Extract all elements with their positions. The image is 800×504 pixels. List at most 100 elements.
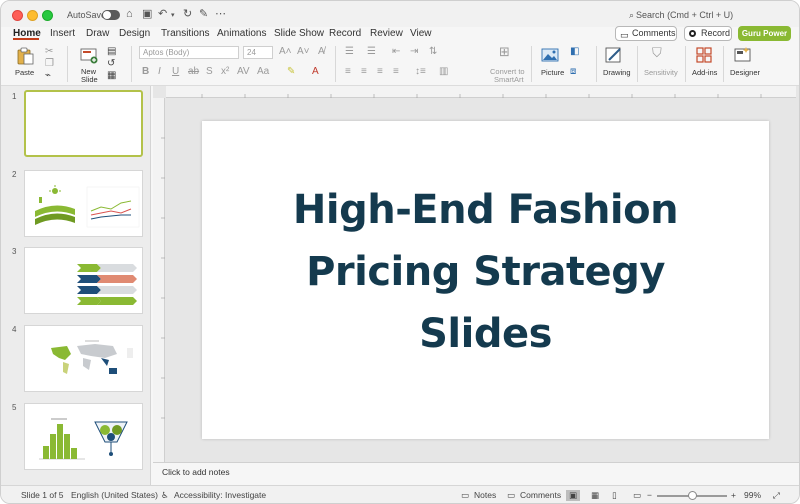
minimize-window-button[interactable] [27, 10, 38, 21]
new-slide-icon[interactable] [80, 46, 98, 64]
text-direction-icon[interactable]: ⇅ [429, 46, 437, 58]
numbering-icon[interactable]: ☰ [367, 46, 376, 58]
drawing-label: Drawing [603, 68, 631, 77]
language-status[interactable]: English (United States) [71, 490, 158, 501]
reading-view-icon[interactable]: ▯ [612, 490, 617, 501]
undo-dropdown-icon[interactable]: ▾ [171, 10, 175, 22]
italic-icon[interactable]: I [158, 66, 161, 78]
align-right-icon[interactable]: ≡ [377, 66, 383, 78]
redo-icon[interactable]: ↻ [183, 8, 192, 20]
tab-view[interactable]: View [410, 27, 432, 41]
record-icon [689, 30, 696, 37]
tab-record[interactable]: Record [329, 27, 361, 41]
strikethrough-icon[interactable]: ab [188, 66, 199, 78]
notes-toggle-icon[interactable]: ▭ [461, 490, 469, 501]
thumbnail-4-graphic [51, 340, 133, 374]
slide-thumbnail-5[interactable] [24, 403, 143, 470]
vertical-ruler[interactable] [153, 98, 165, 462]
current-slide-canvas[interactable]: High-End Fashion Pricing Strategy Slides [202, 121, 769, 439]
record-button[interactable]: Record [684, 26, 732, 41]
copy-icon[interactable]: ❐ [45, 58, 54, 70]
tab-design[interactable]: Design [119, 27, 150, 41]
picture-icon[interactable] [541, 46, 559, 64]
slide-title[interactable]: High-End Fashion Pricing Strategy Slides [202, 179, 769, 365]
designer-icon[interactable] [734, 46, 752, 64]
layout-icon[interactable]: ▤ [107, 46, 116, 58]
home-icon[interactable]: ⌂ [126, 8, 133, 20]
thumbnail-2-graphic [35, 185, 140, 228]
text-box-icon[interactable]: ⧈ [570, 66, 576, 78]
more-icon[interactable]: ⋯ [215, 8, 226, 20]
smartart-icon[interactable]: ⊞ [499, 45, 510, 58]
justify-icon[interactable]: ≡ [393, 66, 399, 78]
drawing-icon[interactable] [605, 46, 623, 64]
underline-icon[interactable]: U [172, 66, 179, 78]
search-box[interactable]: ⌕ Search (Cmd + Ctrl + U) [621, 7, 791, 23]
undo-icon[interactable]: ↶ [158, 8, 167, 20]
tab-insert[interactable]: Insert [50, 27, 75, 41]
slide-thumbnail-2[interactable] [24, 170, 143, 237]
comments-toggle-label[interactable]: Comments [520, 490, 561, 501]
change-case-icon[interactable]: Aa [257, 66, 269, 78]
clear-format-icon[interactable]: A̸ [318, 46, 325, 58]
font-color-icon[interactable]: A [312, 66, 319, 78]
comments-button[interactable]: ▭ Comments [615, 26, 677, 41]
format-brush-icon[interactable]: ⌁ [45, 70, 51, 82]
increase-font-icon[interactable]: A˄ [279, 46, 292, 58]
fit-to-window-icon[interactable]: ⤢ [773, 490, 780, 501]
align-left-icon[interactable]: ≡ [345, 66, 351, 78]
notes-pane[interactable]: Click to add notes [153, 462, 799, 484]
zoom-window-button[interactable] [42, 10, 53, 21]
zoom-slider-knob[interactable] [688, 491, 697, 500]
slide-thumbnail-1[interactable] [24, 90, 143, 157]
bullets-icon[interactable]: ☰ [345, 46, 354, 58]
decrease-font-icon[interactable]: A˅ [297, 46, 310, 58]
save-icon[interactable]: ▣ [142, 8, 152, 20]
tab-transitions[interactable]: Transitions [161, 27, 210, 41]
horizontal-ruler[interactable] [166, 86, 796, 98]
character-spacing-icon[interactable]: AV [237, 66, 250, 78]
slide-sorter-icon[interactable]: ▦ [591, 490, 599, 501]
bold-icon[interactable]: B [142, 66, 149, 78]
highlight-icon[interactable]: ✎ [287, 66, 295, 78]
notes-toggle-label[interactable]: Notes [474, 490, 496, 501]
font-size-field[interactable]: 24 [243, 46, 273, 59]
slide-thumbnails-panel[interactable]: 1 2 3 4 5 [1, 86, 151, 486]
slide-counter: Slide 1 of 5 [21, 490, 64, 500]
reset-icon[interactable]: ↺ [107, 58, 115, 70]
close-window-button[interactable] [12, 10, 23, 21]
tab-animations[interactable]: Animations [217, 27, 266, 41]
sensitivity-icon[interactable]: ⛉ [652, 46, 662, 59]
slideshow-view-icon[interactable]: ▭ [633, 490, 641, 501]
line-spacing-icon[interactable]: ↕≡ [415, 66, 426, 78]
align-center-icon[interactable]: ≡ [361, 66, 367, 78]
powerpoint-window: AutoSave ⌂ ▣ ↶ ▾ ↻ ✎ ⋯ ⌕ Search (Cmd + Ct… [0, 0, 800, 504]
guru-power-button[interactable]: Guru Power [738, 26, 791, 41]
zoom-level[interactable]: 99% [744, 490, 761, 501]
shadow-icon[interactable]: S [206, 66, 213, 78]
cut-icon[interactable]: ✂ [45, 46, 53, 58]
autosave-toggle[interactable] [102, 10, 120, 20]
zoom-in-icon[interactable]: + [731, 490, 736, 501]
columns-icon[interactable]: ▥ [439, 66, 448, 78]
add-ins-icon[interactable] [695, 46, 713, 64]
tab-draw[interactable]: Draw [86, 27, 109, 41]
section-icon[interactable]: ▦ [107, 70, 116, 82]
decrease-indent-icon[interactable]: ⇤ [392, 46, 400, 58]
shapes-icon[interactable]: ◧ [570, 46, 579, 58]
comments-toggle-icon[interactable]: ▭ [507, 490, 515, 501]
paste-icon[interactable] [16, 47, 34, 65]
tab-review[interactable]: Review [370, 27, 403, 41]
slide-editing-area: High-End Fashion Pricing Strategy Slides [153, 86, 799, 462]
tab-slide-show[interactable]: Slide Show [274, 27, 324, 41]
ribbon-separator [67, 46, 68, 82]
normal-view-icon[interactable]: ▣ [566, 490, 581, 501]
format-painter-icon[interactable]: ✎ [199, 8, 208, 20]
accessibility-status[interactable]: Accessibility: Investigate [174, 490, 266, 501]
slide-thumbnail-3[interactable] [24, 247, 143, 314]
increase-indent-icon[interactable]: ⇥ [410, 46, 418, 58]
superscript-icon[interactable]: x² [221, 66, 229, 78]
font-name-field[interactable]: Aptos (Body) [139, 46, 239, 59]
slide-thumbnail-4[interactable] [24, 325, 143, 392]
zoom-out-icon[interactable]: − [647, 490, 652, 501]
